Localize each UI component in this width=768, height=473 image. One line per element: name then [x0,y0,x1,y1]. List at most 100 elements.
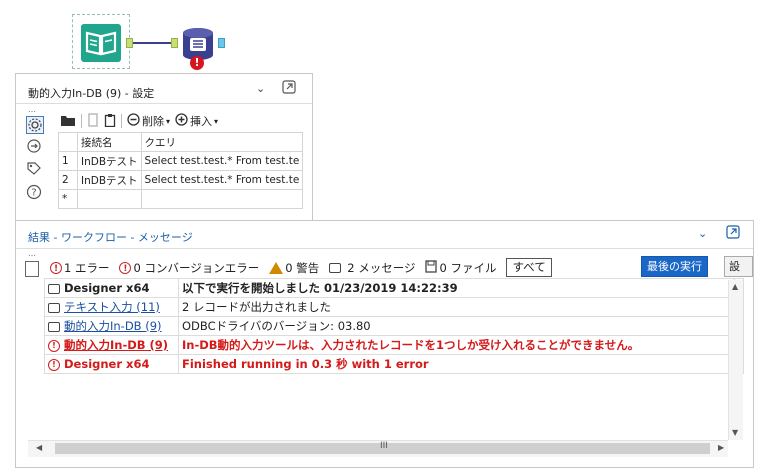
results-panel: 結果 - ワークフロー - メッセージ ⌄ … ! 1 エラー ! 0 コンバー… [15,220,754,468]
error-circle-icon: ! [50,261,62,274]
message-text: In-DB動的入力ツールは、入力されたレコードを1つしか受け入れることができませ… [178,335,744,355]
configuration-panel: 動的入力In-DB (9) - 設定 ⌄ … ? 削除 ▾ 挿入 ▾ 接続名 ク… [15,73,313,223]
text-input-tool[interactable] [72,14,130,69]
message-source: Designer x64 [64,281,150,295]
vertical-scrollbar[interactable] [728,280,743,440]
row-number: 1 [58,151,78,171]
filter-errors[interactable]: ! 1 エラー [50,260,109,276]
column-header-query[interactable]: クエリ [140,132,304,152]
filter-warnings-label: 0 警告 [285,260,320,275]
caret-down-icon: ▾ [166,116,171,126]
drag-dots-icon: … [28,249,36,258]
connection-arrows-icon[interactable] [26,138,42,154]
query-cell[interactable]: Select test.test.* From test.te [140,170,304,190]
minus-circle-icon [127,113,140,129]
output-anchor[interactable] [126,38,133,48]
error-circle-icon: ! [48,339,60,352]
table-row-new[interactable]: * [58,189,304,209]
error-circle-icon: ! [119,261,132,274]
table-row[interactable]: Designer x64 以下で実行を開始しました 01/23/2019 14:… [44,278,744,298]
column-header-connection[interactable]: 接続名 [77,132,142,152]
scroll-right-icon[interactable]: ▶ [718,443,724,452]
message-icon [48,302,60,313]
folder-open-icon[interactable] [60,113,76,130]
delete-button[interactable]: 削除 ▾ [127,113,170,129]
table-row[interactable]: 1 InDBテスト Select test.test.* From test.t… [58,151,304,171]
error-circle-icon: ! [48,358,60,371]
filter-messages[interactable]: 2 メッセージ [329,260,415,276]
filter-files[interactable]: 0 ファイル [425,259,497,276]
last-run-button[interactable]: 最後の実行 [641,256,708,277]
table-row-error[interactable]: ! Designer x64 Finished running in 0.3 秒 … [44,354,744,374]
message-text: 2 レコードが出力されました [178,297,744,317]
paste-icon[interactable] [104,113,116,130]
message-source-link[interactable]: 動的入力In-DB (9) [64,319,162,333]
help-icon[interactable]: ? [26,184,42,200]
row-number: * [58,189,78,209]
file-icon [425,259,438,276]
message-source-link[interactable]: テキスト入力 (11) [64,300,160,314]
table-row[interactable]: 2 InDBテスト Select test.test.* From test.t… [58,170,304,190]
insert-button[interactable]: 挿入 ▾ [175,113,218,129]
plus-circle-icon [175,113,188,129]
filter-conversion-errors[interactable]: ! 0 コンバージョンエラー [119,260,259,276]
filter-files-label: 0 ファイル [439,260,497,275]
message-source-cell: Designer x64 [44,278,179,298]
connection-line[interactable] [133,42,171,44]
caret-down-icon: ▾ [214,116,219,126]
message-text: Finished running in 0.3 秒 with 1 error [178,354,744,374]
undock-icon[interactable] [282,80,296,97]
message-source: Designer x64 [64,357,150,371]
gear-icon[interactable] [26,116,44,134]
messages-table: Designer x64 以下で実行を開始しました 01/23/2019 14:… [44,278,744,374]
connection-cell[interactable]: InDBテスト [77,151,142,171]
message-icon [48,283,60,294]
message-icon [329,262,342,273]
table-row-error[interactable]: ! 動的入力In-DB (9) In-DB動的入力ツールは、入力されたレコードを1… [44,335,744,355]
message-text: 以下で実行を開始しました 01/23/2019 14:22:39 [178,278,744,298]
filter-errors-label: 1 エラー [64,260,110,275]
scroll-grip: III [380,441,388,451]
config-panel-title: 動的入力In-DB (9) - 設定 [28,87,155,100]
message-source-cell: テキスト入力 (11) [44,297,179,317]
book-icon [81,24,121,62]
delete-label: 削除 [142,115,164,128]
insert-label: 挿入 [190,115,213,128]
drag-dots-icon: … [28,105,36,114]
chevron-down-icon[interactable]: ⌄ [256,82,265,95]
message-source-link[interactable]: 動的入力In-DB (9) [64,338,168,352]
scroll-down-icon[interactable]: ▼ [732,428,738,437]
tag-icon[interactable] [26,161,42,177]
connection-cell[interactable] [77,189,142,209]
message-source-cell: ! Designer x64 [44,354,179,374]
results-panel-title: 結果 - ワークフロー - メッセージ [28,231,193,244]
table-row[interactable]: テキスト入力 (11) 2 レコードが出力されました [44,297,744,317]
scroll-left-icon[interactable]: ◀ [36,443,42,452]
copy-icon[interactable] [87,112,99,130]
input-anchor[interactable] [171,38,178,48]
table-header-row: 接続名 クエリ [58,132,304,152]
message-icon [48,321,60,332]
message-source-cell: 動的入力In-DB (9) [44,316,179,336]
query-cell[interactable] [140,189,304,209]
output-anchor-db[interactable] [218,38,225,48]
row-number: 2 [58,170,78,190]
message-list-icon[interactable] [25,261,39,277]
chevron-down-icon[interactable]: ⌄ [698,227,707,240]
message-source-cell: ! 動的入力In-DB (9) [44,335,179,355]
connection-cell[interactable]: InDBテスト [77,170,142,190]
message-filters: ! 1 エラー ! 0 コンバージョンエラー 0 警告 2 メッセージ 0 ファ… [50,258,552,277]
config-toolbar: 削除 ▾ 挿入 ▾ [60,112,218,130]
filter-conversion-errors-label: 0 コンバージョンエラー [133,260,260,275]
query-cell[interactable]: Select test.test.* From test.te [140,151,304,171]
filter-warnings[interactable]: 0 警告 [269,260,319,276]
undock-icon[interactable] [726,225,740,242]
svg-text:?: ? [31,188,36,199]
scroll-up-icon[interactable]: ▲ [732,282,738,291]
settings-button[interactable]: 設定 [724,256,753,292]
warning-triangle-icon [269,261,284,274]
connection-table: 接続名 クエリ 1 InDBテスト Select test.test.* Fro… [58,132,304,209]
message-text: ODBCドライバのバージョン: 03.80 [178,316,744,336]
filter-all[interactable]: すべて [506,258,552,277]
table-row[interactable]: 動的入力In-DB (9) ODBCドライバのバージョン: 03.80 [44,316,744,336]
